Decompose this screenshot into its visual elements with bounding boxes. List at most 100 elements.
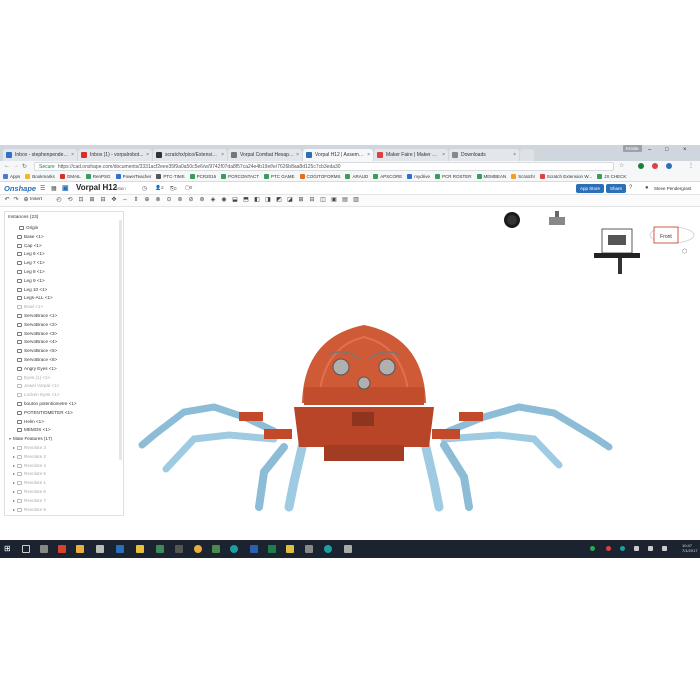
tree-item[interactable]: Jewel Vorpal <1> — [17, 382, 59, 390]
forward-icon[interactable]: → — [13, 163, 19, 169]
app-store-button[interactable]: App Store — [576, 184, 605, 193]
star-icon[interactable]: ☆ — [619, 162, 624, 169]
close-icon[interactable]: × — [296, 152, 299, 158]
toolbar-tool-icon[interactable]: ⇔ — [122, 197, 128, 203]
browser-tab[interactable]: scratchx/pico/Extension... × — [153, 149, 227, 161]
user-name[interactable]: Steve Pendergrast — [654, 186, 691, 191]
taskbar-app-icon[interactable] — [324, 545, 332, 553]
start-icon[interactable]: ⊞ — [4, 544, 11, 553]
extension-icon[interactable] — [666, 163, 672, 169]
bookmark-item[interactable]: Scratch Extension W... — [539, 174, 592, 179]
tree-item[interactable]: Angry Eyes <1> — [17, 365, 57, 373]
versions-count[interactable]: ⎘0 — [170, 186, 177, 192]
document-title[interactable]: Vorpal H12 — [76, 183, 117, 192]
share-button[interactable]: Share — [606, 184, 627, 193]
back-icon[interactable]: ← — [4, 163, 10, 169]
browser-tab-active[interactable]: Vorpal H12 | Assembly 4 × — [303, 149, 373, 161]
browser-tab[interactable]: Inbox (1) - vorpalrobot... × — [78, 149, 152, 161]
toolbar-tool-icon[interactable]: ▤ — [342, 197, 348, 203]
toolbar-tool-icon[interactable]: ⊞ — [89, 197, 95, 203]
tree-item[interactable]: Leg 6 <1> — [17, 250, 45, 258]
bookmark-item[interactable]: GMAIL — [59, 174, 81, 179]
taskbar-app-icon[interactable] — [116, 545, 124, 553]
mate-features-header[interactable]: ▾ Mate Features (17) — [9, 435, 52, 443]
toolbar-tool-icon[interactable]: ▥ — [353, 197, 359, 203]
toolbar-tool-icon[interactable]: ⟲ — [67, 197, 73, 203]
toolbar-tool-icon[interactable]: ◉ — [221, 197, 227, 203]
toolbar-tool-icon[interactable]: ◈ — [210, 197, 216, 203]
mate-item[interactable]: ▸ Revolute 7 — [13, 497, 46, 505]
bookmark-item[interactable]: APSCORE — [373, 174, 402, 179]
close-icon[interactable]: × — [442, 152, 445, 158]
word-icon[interactable] — [250, 545, 258, 553]
toolbar-tool-icon[interactable]: ⊕ — [144, 197, 150, 203]
taskbar-app-icon[interactable] — [136, 545, 144, 553]
volume-icon[interactable] — [662, 546, 667, 551]
toolbar-tool-icon[interactable]: ⊘ — [188, 197, 194, 203]
tree-item[interactable]: Leg 8 <1> — [17, 268, 45, 276]
url-input[interactable]: Secure https://cad.onshape.com/documents… — [34, 162, 614, 171]
followers-count[interactable]: 👤2 — [155, 186, 164, 191]
tree-item[interactable]: Legs-ALL <1> — [17, 294, 53, 302]
chrome-icon[interactable] — [194, 545, 202, 553]
tree-item[interactable]: Helm <1> — [17, 418, 44, 426]
bookmark-item[interactable]: ScratchI — [511, 174, 535, 179]
close-icon[interactable]: × — [513, 152, 516, 158]
tray-icon[interactable] — [606, 546, 611, 551]
tree-item[interactable]: Leg 10 <1> — [17, 286, 47, 294]
bookmark-item[interactable]: PTC GAME — [264, 174, 295, 179]
tray-icon[interactable] — [634, 546, 639, 551]
tree-item[interactable]: ServoBrace <5> — [17, 347, 57, 355]
bookmark-item[interactable]: RenPSG — [85, 174, 111, 179]
network-icon[interactable] — [648, 546, 653, 551]
bookmark-item[interactable]: ARAUD — [345, 174, 368, 179]
mate-item[interactable]: ▸ Revolute 1 — [13, 479, 46, 487]
toolbar-tool-icon[interactable]: ⬓ — [232, 197, 238, 203]
toolbar-tool-icon[interactable]: ◫ — [320, 197, 326, 203]
bookmark-item[interactable]: COGITOFORMS — [299, 174, 340, 179]
browser-tab[interactable]: Inbox - stephenpenderg... × — [3, 149, 77, 161]
tree-item[interactable]: bouton potentiometre <1> — [17, 400, 77, 408]
bookmark-item[interactable]: JS CHECK — [597, 174, 626, 179]
taskbar-app-icon[interactable] — [344, 545, 352, 553]
tree-item[interactable]: Leg 9 <1> — [17, 277, 45, 285]
toolbar-tool-icon[interactable]: ⊗ — [155, 197, 161, 203]
bookmark-item[interactable]: Apps — [3, 174, 20, 179]
document-menu-icon[interactable]: ☰ — [40, 185, 45, 192]
bookmark-item[interactable]: PowerTeacher — [115, 174, 151, 179]
tree-item[interactable]: Origin — [19, 224, 38, 232]
bookmark-item[interactable]: PCRCONTACT — [221, 174, 259, 179]
tree-item[interactable]: ServoBrace <4> — [17, 338, 57, 346]
browser-tab[interactable]: Downloads × — [449, 149, 519, 161]
taskbar-app-icon[interactable] — [76, 545, 84, 553]
taskview-icon[interactable] — [40, 545, 48, 553]
close-icon[interactable]: × — [146, 152, 149, 158]
window-close-icon[interactable]: × — [683, 147, 687, 153]
taskbar-app-icon[interactable] — [96, 545, 104, 553]
toolbar-tool-icon[interactable]: ⬒ — [243, 197, 249, 203]
tree-item[interactable]: ServoBrace <6> — [17, 356, 57, 364]
mate-item[interactable]: ▸ Revolute 6 — [13, 488, 46, 496]
maximize-icon[interactable]: □ — [665, 147, 669, 153]
taskbar-app-icon[interactable] — [286, 545, 294, 553]
toolbar-tool-icon[interactable]: ⊛ — [199, 197, 205, 203]
insert-icon[interactable]: ⊕ — [23, 197, 29, 203]
tree-item[interactable]: ServoBrace <1> — [17, 312, 57, 320]
redo-icon[interactable]: ↷ — [13, 197, 19, 203]
toolbar-tool-icon[interactable]: ⊞ — [298, 197, 304, 203]
taskbar-app-icon[interactable] — [305, 545, 313, 553]
taskbar-app-icon[interactable] — [156, 545, 164, 553]
toolbar-tool-icon[interactable]: ⊙ — [166, 197, 172, 203]
mate-item[interactable]: ▸ Revolute 2 — [13, 453, 46, 461]
bookmark-item[interactable]: Bookmarks — [25, 174, 55, 179]
onshape-logo[interactable]: Onshape — [4, 184, 36, 193]
mate-item[interactable]: ▸ Revolute 3 — [13, 444, 46, 452]
bookmark-item[interactable]: MEMBEAN — [476, 174, 506, 179]
taskbar-app-icon[interactable] — [230, 545, 238, 553]
instances-header[interactable]: Instances (23) — [8, 215, 38, 220]
toolbar-tool-icon[interactable]: ⊚ — [177, 197, 183, 203]
bookmark-item[interactable]: PCR2016 — [189, 174, 216, 179]
close-icon[interactable]: × — [71, 152, 74, 158]
menu-icon[interactable]: ⋮ — [688, 162, 694, 169]
tree-item[interactable]: ServoBrace <3> — [17, 330, 57, 338]
